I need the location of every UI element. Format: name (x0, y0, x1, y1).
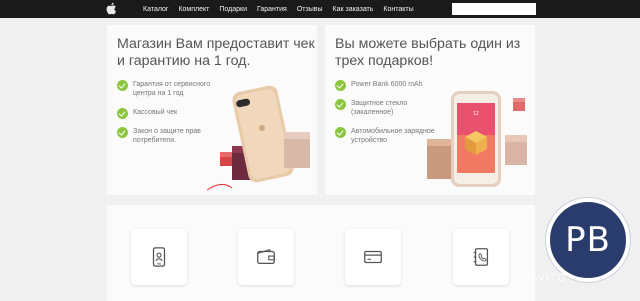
nav-item-how-to-order[interactable]: Как заказать (333, 6, 374, 13)
apple-icon[interactable] (105, 2, 117, 15)
phone-gifts-illustration: 12 (427, 91, 527, 187)
service-tile[interactable] (131, 229, 187, 285)
watermark-text: AVITO (530, 272, 567, 284)
top-navigation-bar: Каталог Комплект Подарки Гарантия Отзывы… (0, 0, 640, 18)
services-panel (107, 205, 535, 301)
gifts-promo-card: Вы можете выбрать один из трех подарков!… (325, 25, 535, 195)
watermark-badge-text: PB (565, 220, 611, 260)
check-icon (335, 80, 346, 91)
wallet-icon (257, 249, 275, 265)
check-icon (335, 99, 346, 110)
nav-item-contacts[interactable]: Контакты (383, 6, 413, 13)
warranty-promo-card: Магазин Вам предоставит чек и гарантию н… (107, 25, 317, 195)
watermark-badge: PB (546, 198, 630, 282)
phone-user-icon (152, 247, 166, 267)
feature-text: Закон о защите прав потребителя. (133, 128, 201, 144)
nav-item-catalog[interactable]: Каталог (143, 6, 168, 13)
check-icon (117, 127, 128, 138)
warranty-promo-title: Магазин Вам предоставит чек и гарантию н… (117, 36, 315, 69)
nav-item-kit[interactable]: Комплект (178, 6, 209, 13)
gift-boxes-phone-illustration (206, 85, 310, 191)
check-icon (117, 108, 128, 119)
service-tile[interactable] (238, 229, 294, 285)
feature-text: Power Bank 6000 mAh (351, 81, 423, 88)
nav-item-warranty[interactable]: Гарантия (257, 6, 287, 13)
feature-text: Кассовый чек (133, 109, 178, 116)
service-tile[interactable] (345, 229, 401, 285)
feature-text: Гарантия от сервисного центра на 1 год (133, 81, 211, 97)
service-tile[interactable] (453, 229, 509, 285)
feature-text: Автомобильное зарядное устройство (351, 128, 435, 144)
nav-item-gifts[interactable]: Подарки (219, 6, 247, 13)
search-input[interactable] (452, 3, 536, 15)
feature-text: Защитное стекло (закаленное) (351, 100, 408, 116)
nav-item-reviews[interactable]: Отзывы (297, 6, 323, 13)
check-icon (117, 80, 128, 91)
credit-card-icon (364, 250, 382, 264)
main-menu: Каталог Комплект Подарки Гарантия Отзывы… (143, 0, 424, 18)
gifts-promo-title: Вы можете выбрать один из трех подарков! (335, 36, 521, 69)
check-icon (335, 127, 346, 138)
phone-book-icon (473, 248, 489, 266)
svg-text:12: 12 (473, 111, 479, 117)
